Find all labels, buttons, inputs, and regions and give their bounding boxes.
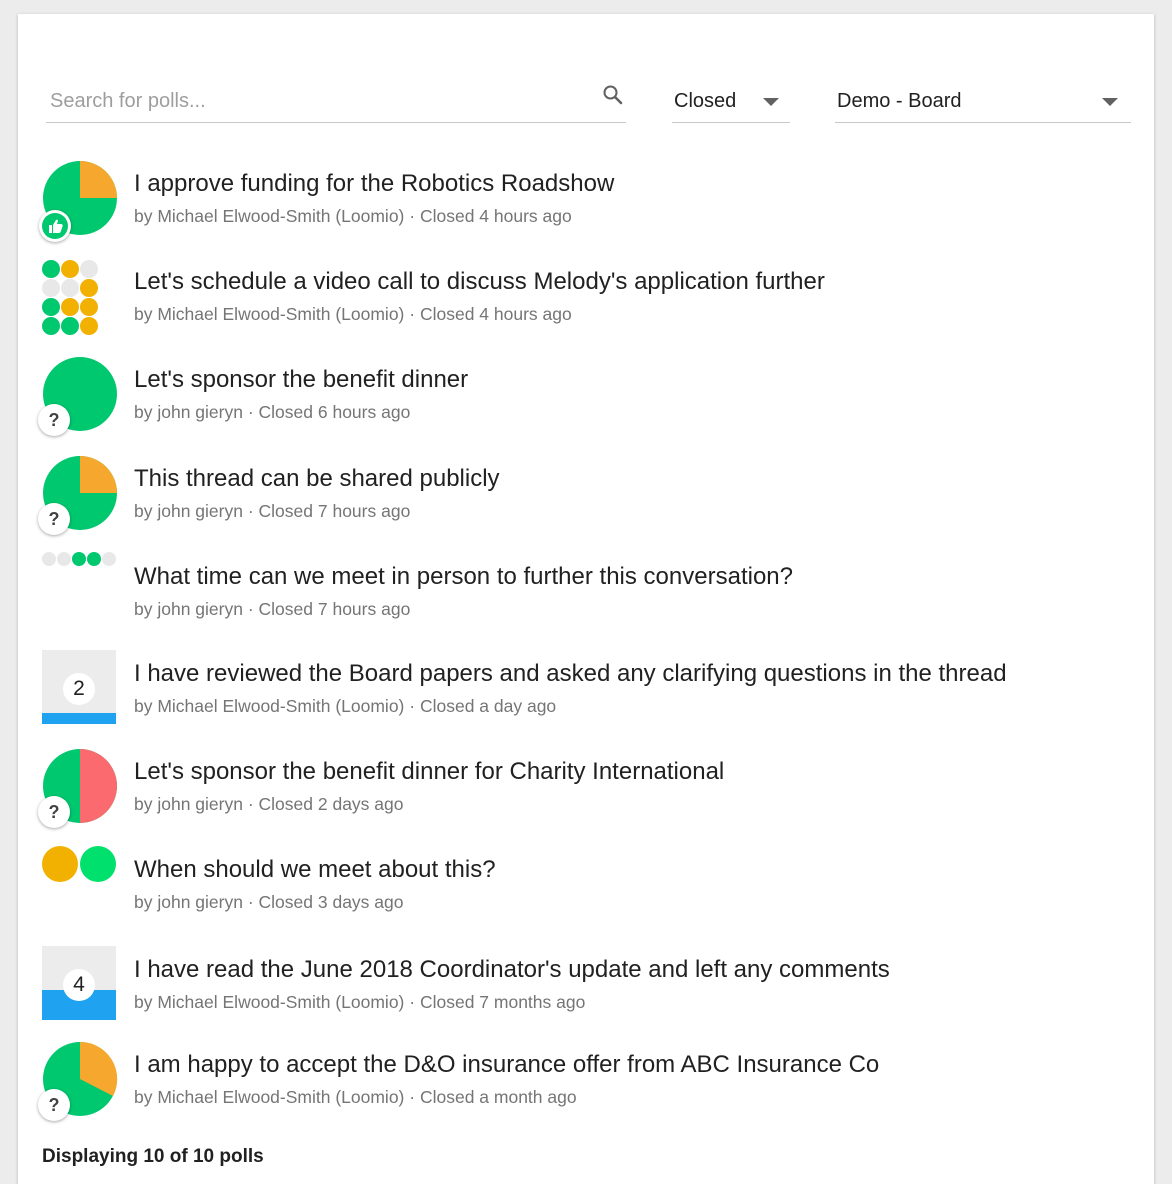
poll-closed-time: Closed 7 months ago xyxy=(419,992,586,1012)
poll-title[interactable]: Let's schedule a video call to discuss M… xyxy=(134,268,825,296)
question-mark-icon: ? xyxy=(38,404,70,436)
poll-list-item[interactable]: 4 I have read the June 2018 Coordinator'… xyxy=(42,946,1132,1036)
poll-pie-chart: ? xyxy=(38,748,118,838)
poll-closed-time: Closed a month ago xyxy=(419,1087,577,1107)
poll-list-item[interactable]: ? Let's sponsor the benefit dinner for C… xyxy=(38,748,1132,838)
poll-author: by john gieryn xyxy=(134,794,243,814)
poll-title[interactable]: When should we meet about this? xyxy=(134,856,496,884)
poll-title[interactable]: I have read the June 2018 Coordinator's … xyxy=(134,956,890,984)
poll-two-dot-chart xyxy=(42,846,118,936)
count-value: 4 xyxy=(63,969,95,1001)
poll-list-item[interactable]: ? This thread can be shared publicly by … xyxy=(38,455,1132,545)
poll-meta: by john gieryn · Closed 3 days ago xyxy=(134,892,404,912)
search-field[interactable] xyxy=(46,74,626,123)
poll-meta: by Michael Elwood-Smith (Loomio) · Close… xyxy=(134,206,572,226)
poll-meta: by Michael Elwood-Smith (Loomio) · Close… xyxy=(134,992,586,1012)
poll-title[interactable]: This thread can be shared publicly xyxy=(134,465,500,493)
poll-title[interactable]: What time can we meet in person to furth… xyxy=(134,563,793,591)
poll-dot-row-chart xyxy=(42,552,118,643)
question-mark-icon: ? xyxy=(38,796,70,828)
poll-closed-time: Closed 4 hours ago xyxy=(419,206,572,226)
count-box: 2 xyxy=(42,650,116,724)
poll-count-chart: 4 xyxy=(42,946,118,1036)
poll-meta: by Michael Elwood-Smith (Loomio) · Close… xyxy=(134,696,557,716)
poll-title[interactable]: Let's sponsor the benefit dinner for Cha… xyxy=(134,758,724,786)
group-filter-select[interactable]: Demo - Board xyxy=(835,74,1131,123)
poll-closed-time: Closed 4 hours ago xyxy=(419,304,572,324)
poll-dot-matrix-chart xyxy=(42,258,118,348)
poll-author: by john gieryn xyxy=(134,501,243,521)
search-icon[interactable] xyxy=(601,83,625,107)
poll-list-item[interactable]: I approve funding for the Robotics Roads… xyxy=(39,160,1132,250)
poll-meta: by john gieryn · Closed 6 hours ago xyxy=(134,402,411,422)
poll-meta: by Michael Elwood-Smith (Loomio) · Close… xyxy=(134,304,572,324)
poll-author: by Michael Elwood-Smith (Loomio) xyxy=(134,992,405,1012)
poll-list-item[interactable]: What time can we meet in person to furth… xyxy=(42,552,1132,643)
poll-filters-toolbar: Closed Demo - Board xyxy=(46,74,1132,124)
poll-list-item[interactable]: 2 I have reviewed the Board papers and a… xyxy=(42,650,1132,740)
poll-closed-time: Closed 7 hours ago xyxy=(258,599,411,619)
chevron-down-icon xyxy=(1102,98,1118,106)
poll-list-item[interactable]: Let's schedule a video call to discuss M… xyxy=(42,258,1132,348)
status-filter-select[interactable]: Closed xyxy=(672,74,790,123)
poll-count-summary: Displaying 10 of 10 polls xyxy=(42,1146,264,1167)
question-mark-icon: ? xyxy=(38,503,70,535)
poll-meta: by john gieryn · Closed 7 hours ago xyxy=(134,599,411,619)
poll-title[interactable]: Let's sponsor the benefit dinner xyxy=(134,366,468,394)
thumbs-up-icon xyxy=(49,219,63,233)
poll-pie-chart: ? xyxy=(38,455,118,545)
poll-meta: by john gieryn · Closed 2 days ago xyxy=(134,794,404,814)
group-filter-value: Demo - Board xyxy=(837,90,962,112)
poll-title[interactable]: I am happy to accept the D&O insurance o… xyxy=(134,1051,879,1079)
poll-list-item[interactable]: ? Let's sponsor the benefit dinner by jo… xyxy=(38,356,1132,446)
poll-closed-time: Closed 2 days ago xyxy=(258,794,404,814)
poll-count-chart: 2 xyxy=(42,650,118,740)
poll-pie-chart: ? xyxy=(38,1041,118,1131)
poll-meta: by Michael Elwood-Smith (Loomio) · Close… xyxy=(134,1087,577,1107)
search-input[interactable] xyxy=(48,86,592,116)
count-box: 4 xyxy=(42,946,116,1020)
poll-closed-time: Closed a day ago xyxy=(419,696,557,716)
poll-pie-chart xyxy=(39,160,118,250)
poll-title[interactable]: I approve funding for the Robotics Roads… xyxy=(134,170,614,198)
poll-author: by Michael Elwood-Smith (Loomio) xyxy=(134,304,405,324)
count-value: 2 xyxy=(63,673,95,705)
polls-card: Closed Demo - Board I approve funding fo… xyxy=(18,14,1154,1184)
poll-closed-time: Closed 3 days ago xyxy=(258,892,404,912)
poll-author: by Michael Elwood-Smith (Loomio) xyxy=(134,206,405,226)
poll-closed-time: Closed 6 hours ago xyxy=(258,402,411,422)
poll-meta: by john gieryn · Closed 7 hours ago xyxy=(134,501,411,521)
poll-author: by Michael Elwood-Smith (Loomio) xyxy=(134,696,405,716)
poll-author: by john gieryn xyxy=(134,599,243,619)
thumbs-up-badge xyxy=(39,210,71,242)
poll-author: by john gieryn xyxy=(134,402,243,422)
poll-author: by john gieryn xyxy=(134,892,243,912)
poll-pie-chart: ? xyxy=(38,356,118,446)
status-filter-value: Closed xyxy=(674,90,737,112)
poll-list-item[interactable]: ? I am happy to accept the D&O insurance… xyxy=(38,1041,1132,1131)
poll-author: by Michael Elwood-Smith (Loomio) xyxy=(134,1087,405,1107)
poll-title[interactable]: I have reviewed the Board papers and ask… xyxy=(134,660,1007,688)
poll-list-item[interactable]: When should we meet about this? by john … xyxy=(42,846,1132,936)
chevron-down-icon xyxy=(763,98,779,106)
question-mark-icon: ? xyxy=(38,1089,70,1121)
poll-closed-time: Closed 7 hours ago xyxy=(258,501,411,521)
